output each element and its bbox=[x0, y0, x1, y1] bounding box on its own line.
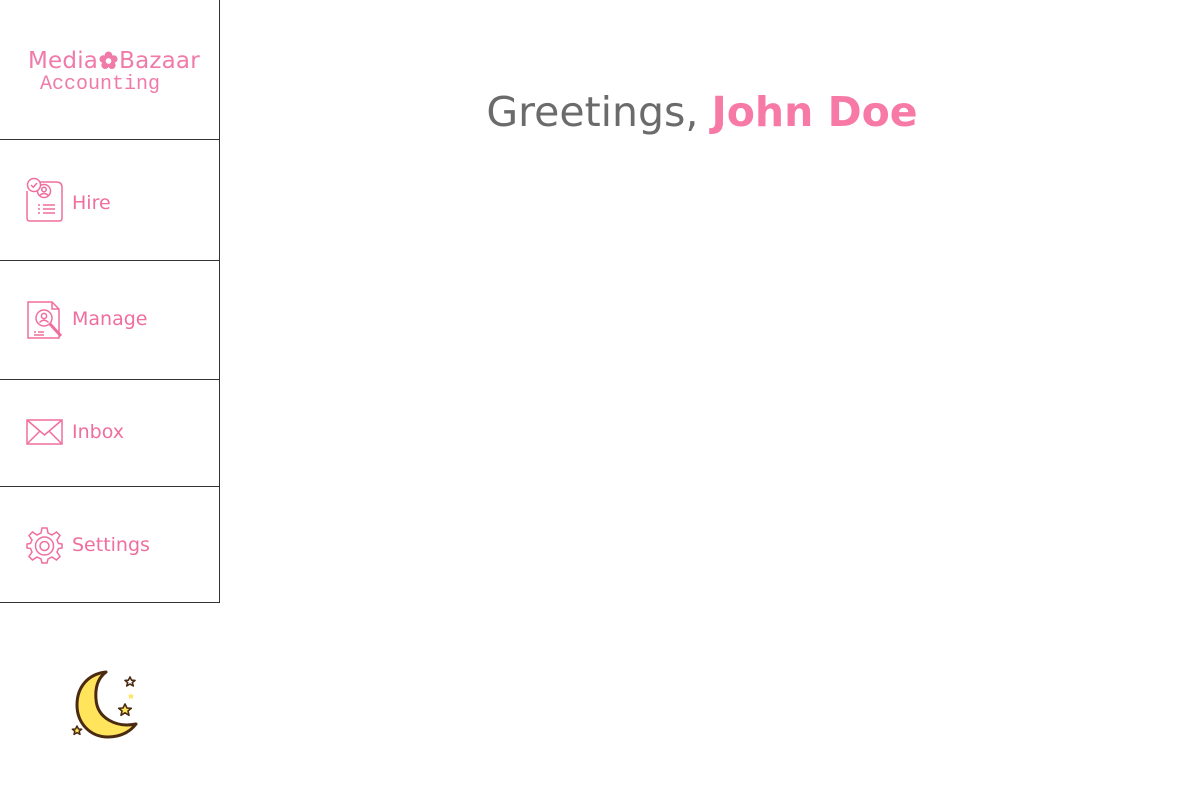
logo-title: Media Bazaar bbox=[28, 48, 200, 74]
sidebar-item-label: Manage bbox=[72, 308, 148, 330]
moon-icon bbox=[71, 670, 138, 739]
theme-toggle-button[interactable] bbox=[68, 668, 144, 742]
sidebar-item-label: Settings bbox=[72, 534, 150, 556]
greeting-heading: Greetings, John Doe bbox=[220, 88, 1184, 136]
envelope-icon bbox=[26, 419, 63, 445]
sidebar-item-label: Hire bbox=[72, 192, 111, 214]
flower-icon bbox=[99, 51, 118, 70]
sidebar-item-hire[interactable]: Hire bbox=[0, 140, 220, 261]
sidebar-item-settings[interactable]: Settings bbox=[0, 487, 220, 603]
resume-icon bbox=[26, 177, 63, 222]
sidebar-item-inbox[interactable]: Inbox bbox=[0, 380, 220, 487]
sidebar-item-manage[interactable]: Manage bbox=[0, 261, 220, 380]
logo-title-bazaar: Bazaar bbox=[119, 48, 200, 74]
sidebar: Media Bazaar Accounting Hire Manage Inbo… bbox=[0, 0, 220, 603]
greeting-prefix: Greetings, bbox=[486, 88, 712, 136]
gear-icon bbox=[26, 527, 63, 564]
logo-subtitle: Accounting bbox=[40, 73, 161, 96]
user-name: John Doe bbox=[711, 88, 918, 136]
logo[interactable]: Media Bazaar Accounting bbox=[0, 0, 220, 140]
logo-title-media: Media bbox=[28, 48, 99, 74]
employee-search-icon bbox=[27, 301, 63, 339]
sidebar-item-label: Inbox bbox=[72, 421, 124, 443]
